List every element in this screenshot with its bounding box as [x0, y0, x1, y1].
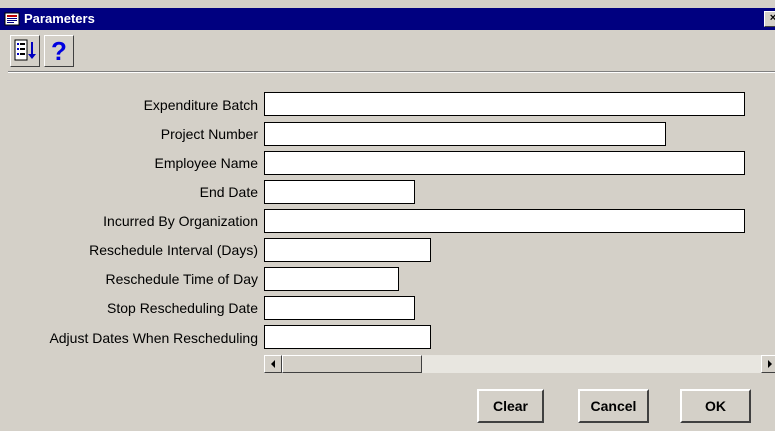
window-title: Parameters: [24, 11, 95, 26]
help-icon: ?: [51, 36, 67, 66]
cancel-button[interactable]: Cancel: [578, 389, 649, 423]
expenditure-batch-input[interactable]: [264, 92, 745, 116]
incurred-by-organization-input[interactable]: [264, 209, 745, 233]
app-icon: [4, 11, 20, 27]
project-number-input[interactable]: [264, 122, 666, 146]
adjust-dates-input[interactable]: [264, 325, 431, 349]
reschedule-time-of-day-label: Reschedule Time of Day: [105, 271, 258, 287]
title-bar: Parameters ×: [0, 8, 775, 30]
employee-name-label: Employee Name: [154, 155, 259, 171]
employee-name-input[interactable]: [264, 151, 745, 175]
help-button[interactable]: ?: [44, 35, 74, 67]
ok-button[interactable]: OK: [680, 389, 751, 423]
incurred-by-organization-label: Incurred By Organization: [103, 213, 258, 229]
parameters-window: Parameters × ? Expenditure Batch Project…: [0, 0, 775, 431]
reschedule-interval-input[interactable]: [264, 238, 431, 262]
scroll-left-button[interactable]: [264, 355, 282, 373]
arrow-right-icon: [768, 360, 772, 368]
horizontal-scrollbar[interactable]: [264, 355, 775, 373]
end-date-input[interactable]: [264, 180, 415, 204]
scroll-thumb[interactable]: [282, 355, 422, 373]
stop-rescheduling-date-input[interactable]: [264, 296, 415, 320]
expenditure-batch-label: Expenditure Batch: [143, 97, 258, 113]
toolbar-separator: [8, 71, 775, 73]
arrow-left-icon: [271, 360, 275, 368]
close-button[interactable]: ×: [764, 11, 775, 27]
project-number-label: Project Number: [160, 126, 258, 142]
end-date-label: End Date: [199, 184, 258, 200]
scroll-right-button[interactable]: [761, 355, 775, 373]
stop-rescheduling-date-label: Stop Rescheduling Date: [107, 300, 258, 316]
reschedule-time-of-day-input[interactable]: [264, 267, 399, 291]
reschedule-interval-label: Reschedule Interval (Days): [89, 242, 258, 258]
list-of-values-button[interactable]: [10, 35, 40, 67]
clear-button[interactable]: Clear: [477, 389, 544, 423]
list-values-icon: [14, 39, 36, 61]
adjust-dates-label: Adjust Dates When Rescheduling: [49, 330, 258, 346]
